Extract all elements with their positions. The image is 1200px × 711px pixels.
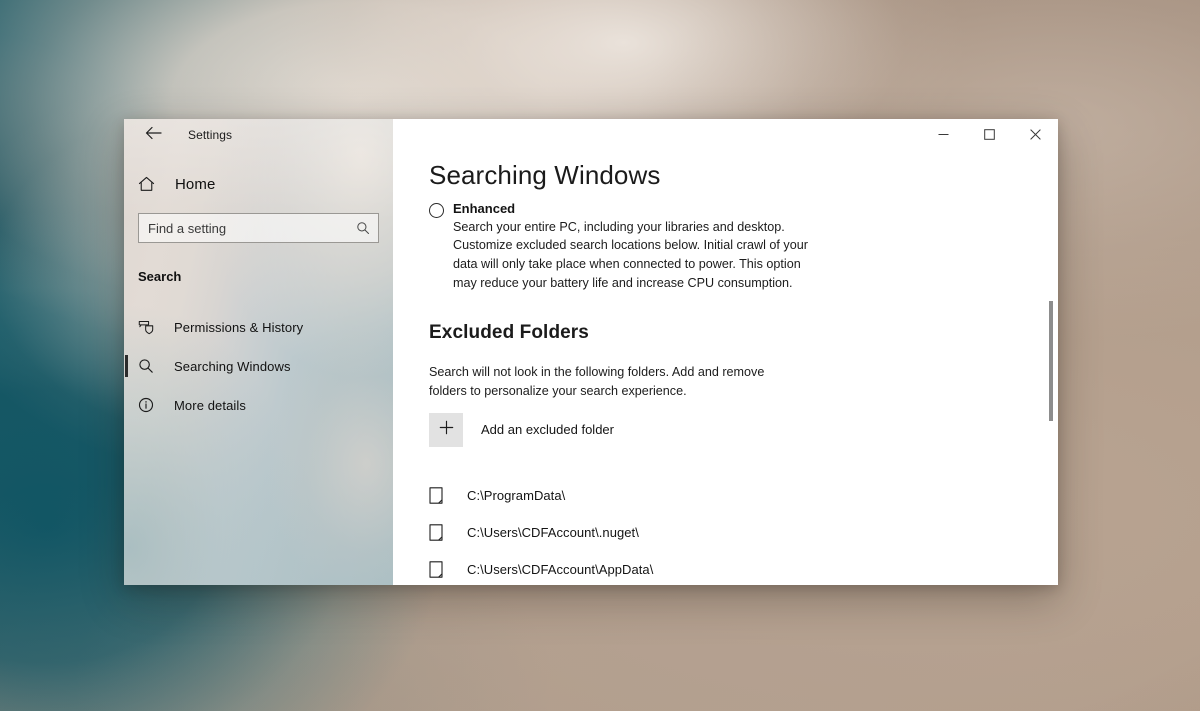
content-body: Searching Windows Enhanced Search your e… [393, 119, 1058, 585]
window-titlebar-left: Settings [124, 119, 393, 151]
scrollbar[interactable] [1047, 175, 1055, 585]
excluded-folders-heading: Excluded Folders [429, 322, 589, 344]
window-controls [920, 119, 1058, 150]
page-title: Searching Windows [429, 160, 661, 190]
maximize-button[interactable] [966, 119, 1012, 150]
info-icon [138, 397, 160, 413]
search-area [124, 213, 393, 243]
home-icon [138, 176, 162, 192]
excluded-folders-list: C:\ProgramData\ C:\Users\CDFAccount\.nug… [429, 477, 1058, 585]
excluded-folders-description: Search will not look in the following fo… [429, 365, 765, 398]
plus-icon [439, 420, 454, 440]
sidebar-item-label: More details [174, 397, 247, 413]
document-icon [429, 523, 451, 541]
content-pane: Searching Windows Enhanced Search your e… [393, 119, 1058, 585]
radio-description-enhanced: Search your entire PC, including your li… [453, 219, 808, 290]
sidebar-section-header: Search [138, 269, 182, 284]
document-icon [429, 560, 451, 578]
folder-path: C:\Users\CDFAccount\.nuget\ [467, 524, 639, 540]
search-box[interactable] [138, 213, 379, 243]
window-title: Settings [188, 128, 233, 142]
sidebar-item-permissions-history[interactable]: Permissions & History [124, 310, 393, 344]
permissions-shield-icon [138, 320, 160, 335]
search-mode-option-enhanced[interactable]: Enhanced Search your entire PC, includin… [429, 201, 1058, 293]
navigation-pane: Settings Home Find a setting Search Perm… [124, 119, 393, 585]
minimize-button[interactable] [920, 119, 966, 150]
magnifier-icon [138, 358, 160, 374]
radio-text-group: Enhanced Search your entire PC, includin… [453, 201, 813, 293]
radio-label-enhanced: Enhanced [453, 200, 516, 216]
folder-path: C:\ProgramData\ [467, 487, 566, 503]
selection-indicator [125, 355, 128, 377]
document-icon [429, 486, 451, 504]
folder-path: C:\Users\CDFAccount\AppData\ [467, 561, 654, 577]
close-button[interactable] [1012, 119, 1058, 150]
search-icon[interactable] [356, 221, 370, 235]
list-item[interactable]: C:\Users\CDFAccount\AppData\ [429, 551, 1058, 585]
back-button[interactable] [136, 120, 170, 150]
sidebar-home-label: Home [175, 175, 216, 193]
add-excluded-folder-row[interactable]: Add an excluded folder [429, 412, 1058, 447]
sidebar-item-label: Permissions & History [174, 319, 304, 335]
sidebar-item-label: Searching Windows [174, 358, 291, 374]
search-input[interactable] [139, 220, 378, 236]
sidebar-item-searching-windows[interactable]: Searching Windows [124, 349, 393, 383]
add-excluded-folder-label: Add an excluded folder [481, 422, 614, 438]
sidebar-item-home[interactable]: Home [124, 169, 393, 199]
add-excluded-folder-button[interactable] [429, 412, 463, 447]
list-item[interactable]: C:\ProgramData\ [429, 477, 1058, 514]
radio-button-enhanced[interactable] [429, 202, 444, 218]
desktop-background: Settings Home Find a setting Search Perm… [0, 0, 1200, 711]
list-item[interactable]: C:\Users\CDFAccount\.nuget\ [429, 514, 1058, 551]
scrollbar-thumb[interactable] [1049, 301, 1053, 421]
back-arrow-icon [145, 126, 162, 145]
sidebar-item-more-details[interactable]: More details [124, 388, 393, 422]
sidebar-nav-list: Permissions & History Searching Windows [124, 310, 393, 422]
settings-window: Settings Home Find a setting Search Perm… [124, 119, 1058, 585]
